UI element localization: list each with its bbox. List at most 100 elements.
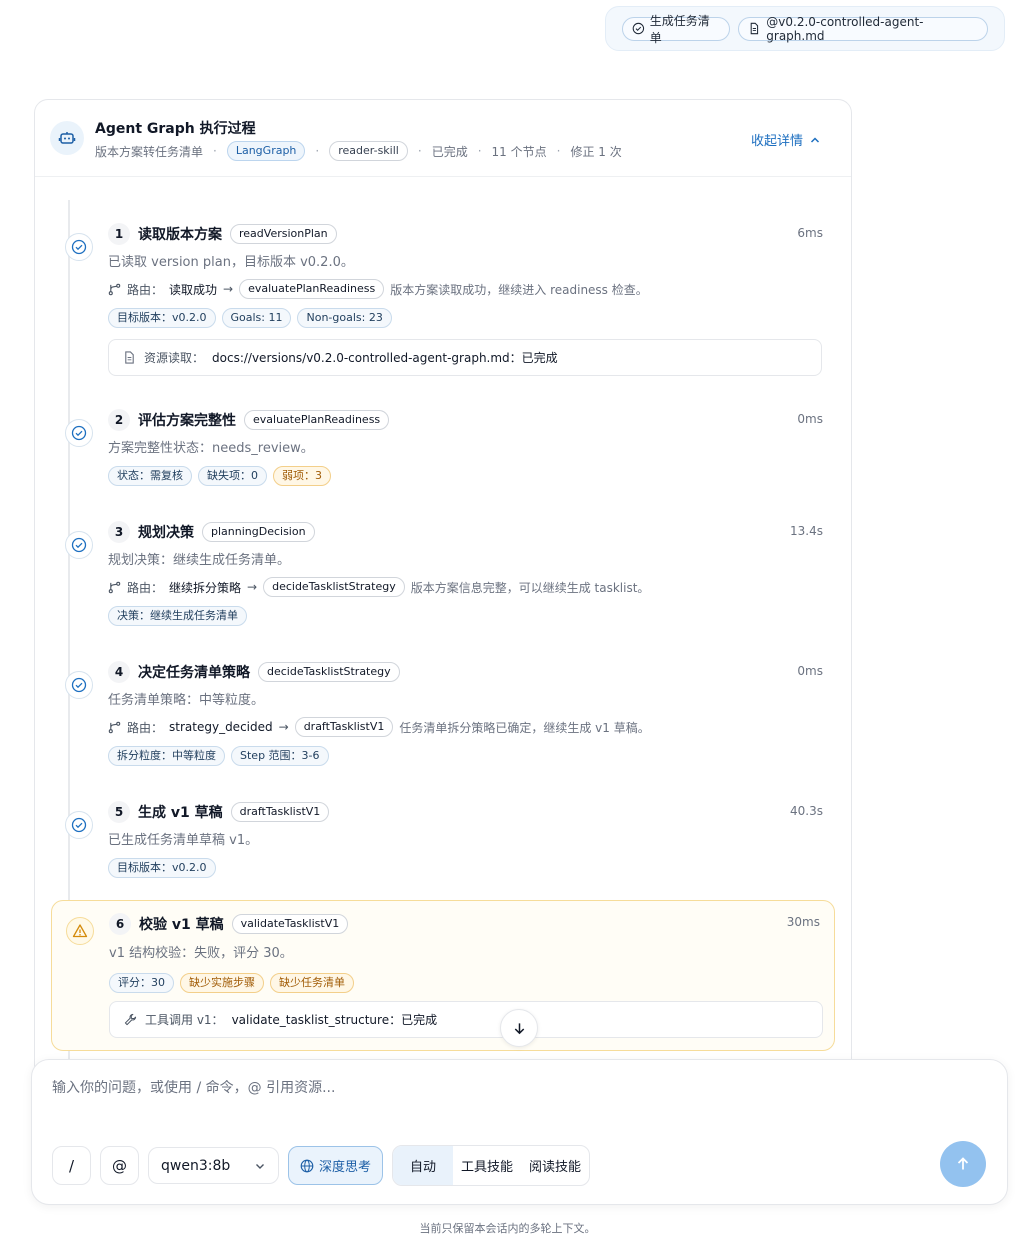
- node-function-tag: readVersionPlan: [230, 224, 337, 244]
- node-function-tag: draftTasklistV1: [230, 802, 330, 822]
- node-description: 已生成任务清单草稿 v1。: [108, 833, 259, 848]
- warning-badge: 缺少任务清单: [270, 973, 354, 993]
- node-badges: 目标版本：v0.2.0: [108, 858, 216, 878]
- node-number: 3: [108, 521, 130, 543]
- card-header: Agent Graph 执行过程 版本方案转任务清单 · LangGraph ·…: [35, 100, 851, 177]
- graph-node: 1 读取版本方案 readVersionPlan 6ms 已读取 version…: [51, 223, 837, 383]
- scroll-to-bottom-button[interactable]: [500, 1009, 538, 1047]
- page: 生成任务清单 @v0.2.0-controlled-agent-graph.md…: [0, 0, 1015, 1235]
- model-select-value: qwen3:8b: [161, 1157, 231, 1174]
- node-number: 4: [108, 661, 130, 683]
- agent-graph-card: Agent Graph 执行过程 版本方案转任务清单 · LangGraph ·…: [34, 99, 852, 1079]
- deep-think-label: 深度思考: [319, 1160, 372, 1175]
- meta-status: 已完成: [431, 144, 468, 159]
- badge: 状态：需复核: [108, 466, 192, 486]
- warning-icon: [66, 917, 94, 945]
- node-title: 决定任务清单策略: [138, 665, 250, 681]
- mode-read-skill[interactable]: 阅读技能: [521, 1146, 589, 1185]
- node-route: 路由： strategy_decided → draftTasklistV1 任务…: [108, 717, 650, 737]
- arrow-down-icon: [514, 1022, 524, 1034]
- meta-nodes: 11 个节点: [491, 144, 547, 159]
- chevron-up-icon: [810, 136, 820, 143]
- node-duration: 0ms: [797, 412, 823, 426]
- collapse-details-button[interactable]: 收起详情: [751, 130, 821, 149]
- badge: 缺失项：0: [198, 466, 267, 486]
- node-duration: 6ms: [797, 226, 823, 240]
- node-badges: 状态：需复核 缺失项：0 弱项：3: [108, 466, 331, 486]
- context-footnote: 当前只保留本会话内的多轮上下文。: [419, 1222, 596, 1235]
- graph-node: 5 生成 v1 草稿 draftTasklistV1 40.3s 已生成任务清单…: [51, 801, 837, 886]
- branch-icon: [108, 721, 121, 733]
- arrow-up-icon: [957, 1157, 969, 1170]
- node-badges: 拆分粒度：中等粒度 Step 范围：3-6: [108, 746, 329, 766]
- tasklist-chip[interactable]: 生成任务清单: [622, 14, 731, 45]
- node-number: 6: [109, 913, 131, 935]
- check-circle-icon: [65, 531, 93, 559]
- node-title: 评估方案完整性: [138, 413, 236, 429]
- node-function-tag: validateTasklistV1: [231, 914, 349, 934]
- badge: 目标版本：v0.2.0: [108, 858, 216, 878]
- check-circle-icon: [65, 419, 93, 447]
- node-function-tag: planningDecision: [202, 522, 315, 542]
- node-title: 生成 v1 草稿: [138, 805, 223, 821]
- node-duration: 13.4s: [790, 524, 823, 538]
- meta-revision: 修正 1 次: [570, 144, 622, 159]
- composer-toolbar: / @ qwen3:8b 深度思考 自动 工具技能 阅读技能: [52, 1145, 591, 1186]
- check-circle-icon: [65, 671, 93, 699]
- mention-button[interactable]: @: [100, 1146, 139, 1185]
- model-select[interactable]: qwen3:8b: [148, 1147, 279, 1184]
- card-meta: 版本方案转任务清单 · LangGraph · reader-skill · 已…: [95, 141, 622, 161]
- chat-input[interactable]: [52, 1080, 952, 1096]
- atom-icon: [300, 1159, 314, 1172]
- robot-icon: [50, 121, 84, 155]
- node-duration: 30ms: [786, 915, 820, 929]
- node-number: 5: [108, 801, 130, 823]
- route-target-tag[interactable]: evaluatePlanReadiness: [239, 279, 385, 299]
- node-badges: 决策：继续生成任务清单: [108, 606, 247, 626]
- warning-badge: 缺少实施步骤: [180, 973, 264, 993]
- badge: 目标版本：v0.2.0: [108, 308, 216, 328]
- node-title: 校验 v1 草稿: [139, 917, 224, 933]
- node-duration: 0ms: [797, 664, 823, 678]
- node-description: 规划决策：继续生成任务清单。: [108, 553, 291, 568]
- file-chip-label: @v0.2.0-controlled-agent-graph.md: [766, 14, 924, 43]
- node-number: 2: [108, 409, 130, 431]
- badge: 决策：继续生成任务清单: [108, 606, 247, 626]
- mode-segmented-control: 自动 工具技能 阅读技能: [392, 1145, 591, 1186]
- graph-node: 3 规划决策 planningDecision 13.4s 规划决策：继续生成任…: [51, 521, 837, 631]
- tool-call-box: 工具调用 v1： validate_tasklist_structure：已完成: [109, 1001, 823, 1038]
- chevron-down-icon: [256, 1163, 264, 1169]
- node-number: 1: [108, 223, 130, 245]
- node-duration: 40.3s: [790, 804, 823, 818]
- route-target-tag[interactable]: decideTasklistStrategy: [263, 577, 405, 597]
- node-title: 读取版本方案: [138, 227, 222, 243]
- route-target-tag[interactable]: draftTasklistV1: [294, 717, 394, 737]
- node-route: 路由： 读取成功 → evaluatePlanReadiness 版本方案读取成功…: [108, 279, 648, 299]
- graph-node: 4 决定任务清单策略 decideTasklistStrategy 0ms 任务…: [51, 661, 837, 771]
- check-circle-icon: [632, 22, 645, 35]
- file-icon: [125, 351, 134, 364]
- badge: Non-goals: 23: [297, 308, 392, 328]
- node-title: 规划决策: [138, 525, 194, 541]
- node-description: v1 结构校验：失败，评分 30。: [109, 946, 293, 961]
- check-circle-icon: [65, 811, 93, 839]
- resource-read-box: 资源读取： docs://versions/v0.2.0-controlled-a…: [108, 339, 822, 376]
- mode-tool-skill[interactable]: 工具技能: [453, 1146, 521, 1185]
- warning-badge: 弱项：3: [273, 466, 331, 486]
- badge: Step 范围：3-6: [231, 746, 329, 766]
- node-description: 已读取 version plan，目标版本 v0.2.0。: [108, 255, 354, 270]
- node-description: 任务清单策略：中等粒度。: [108, 693, 265, 708]
- deep-think-toggle[interactable]: 深度思考: [288, 1146, 384, 1185]
- slash-command-button[interactable]: /: [52, 1146, 91, 1185]
- file-chip[interactable]: @v0.2.0-controlled-agent-graph.md: [738, 14, 988, 43]
- node-badges: 评分：30 缺少实施步骤 缺少任务清单: [109, 973, 354, 993]
- node-function-tag: decideTasklistStrategy: [258, 662, 400, 682]
- badge: 评分：30: [109, 973, 174, 993]
- mode-auto[interactable]: 自动: [393, 1146, 454, 1185]
- meta-desc: 版本方案转任务清单: [95, 144, 204, 159]
- send-button[interactable]: [940, 1141, 986, 1187]
- user-message-chips: 生成任务清单 @v0.2.0-controlled-agent-graph.md: [605, 6, 1005, 51]
- badge: 拆分粒度：中等粒度: [108, 746, 225, 766]
- engine-tag: LangGraph: [226, 141, 306, 161]
- graph-node: 2 评估方案完整性 evaluatePlanReadiness 0ms 方案完整…: [51, 409, 837, 499]
